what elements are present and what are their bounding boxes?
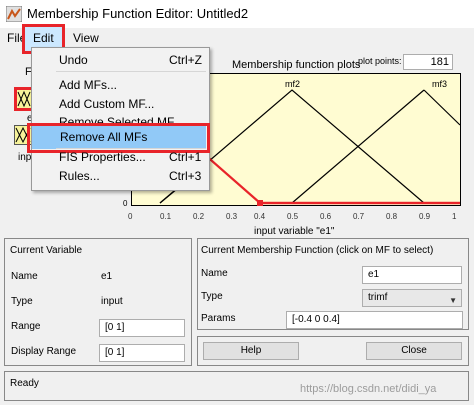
y-tick-0: 0 bbox=[123, 199, 128, 208]
current-mf-title: Current Membership Function (click on MF… bbox=[201, 245, 434, 256]
x-tick-0.1: 0.1 bbox=[160, 212, 172, 221]
input-variable-label-inp: inp bbox=[18, 152, 32, 163]
plot-points-input[interactable]: 181 bbox=[403, 54, 453, 70]
close-button[interactable]: Close bbox=[366, 342, 462, 360]
x-tick-0.5: 0.5 bbox=[287, 212, 299, 221]
range-input[interactable]: [0 1] bbox=[99, 319, 185, 337]
mf-name-input[interactable]: e1 bbox=[362, 266, 462, 284]
x-tick-0.2: 0.2 bbox=[193, 212, 205, 221]
x-axis-label: input variable "e1" bbox=[254, 226, 335, 237]
cv-type-value: input bbox=[101, 296, 123, 307]
help-button[interactable]: Help bbox=[203, 342, 299, 360]
cv-name-value: e1 bbox=[101, 271, 113, 282]
mf1-vertex-handle bbox=[257, 200, 263, 206]
x-tick-0.7: 0.7 bbox=[353, 212, 365, 221]
menu-separator bbox=[56, 71, 206, 72]
mf-label-mf2: mf2 bbox=[285, 79, 300, 89]
cv-range-label: Range bbox=[11, 321, 41, 332]
x-tick-0.9: 0.9 bbox=[419, 212, 431, 221]
mf-label-mf3: mf3 bbox=[432, 79, 447, 89]
cv-name-label: Name bbox=[11, 271, 38, 282]
x-tick-1: 1 bbox=[452, 212, 457, 221]
watermark: https://blog.csdn.net/didi_ya bbox=[300, 383, 437, 395]
window-title: Membership Function Editor: Untitled2 bbox=[27, 6, 249, 21]
display-range-input[interactable]: [0 1] bbox=[99, 344, 185, 362]
current-variable-title: Current Variable bbox=[10, 245, 83, 256]
mf-params-input[interactable]: [-0.4 0 0.4] bbox=[286, 311, 463, 329]
status-text: Ready bbox=[10, 378, 39, 389]
mf-type-value: trimf bbox=[368, 292, 388, 303]
x-tick-0.3: 0.3 bbox=[226, 212, 238, 221]
menu-item-rules[interactable]: Rules... Ctrl+3 bbox=[31, 164, 208, 188]
plot-points-label: plot points: bbox=[358, 56, 402, 66]
menu-view[interactable]: View bbox=[70, 28, 102, 48]
cv-type-label: Type bbox=[11, 296, 33, 307]
x-tick-0.8: 0.8 bbox=[386, 212, 398, 221]
mf-icon bbox=[17, 90, 31, 108]
x-tick-0: 0 bbox=[128, 212, 133, 221]
menu-item-undo[interactable]: Undo Ctrl+Z bbox=[31, 48, 208, 72]
x-tick-0.6: 0.6 bbox=[320, 212, 332, 221]
matlab-app-icon bbox=[6, 6, 22, 22]
mf-type-select[interactable]: trimf ▼ bbox=[362, 289, 462, 307]
cmf-name-label: Name bbox=[201, 268, 228, 279]
cmf-params-label: Params bbox=[201, 313, 236, 324]
x-tick-labels: 0 0.1 0.2 0.3 0.4 0.5 0.6 0.7 0.8 0.9 1 bbox=[128, 212, 457, 221]
cv-display-range-label: Display Range bbox=[11, 346, 77, 357]
mf3-right-curve bbox=[423, 89, 461, 126]
chevron-down-icon: ▼ bbox=[449, 296, 457, 305]
x-tick-0.4: 0.4 bbox=[254, 212, 266, 221]
cmf-type-label: Type bbox=[201, 291, 223, 302]
